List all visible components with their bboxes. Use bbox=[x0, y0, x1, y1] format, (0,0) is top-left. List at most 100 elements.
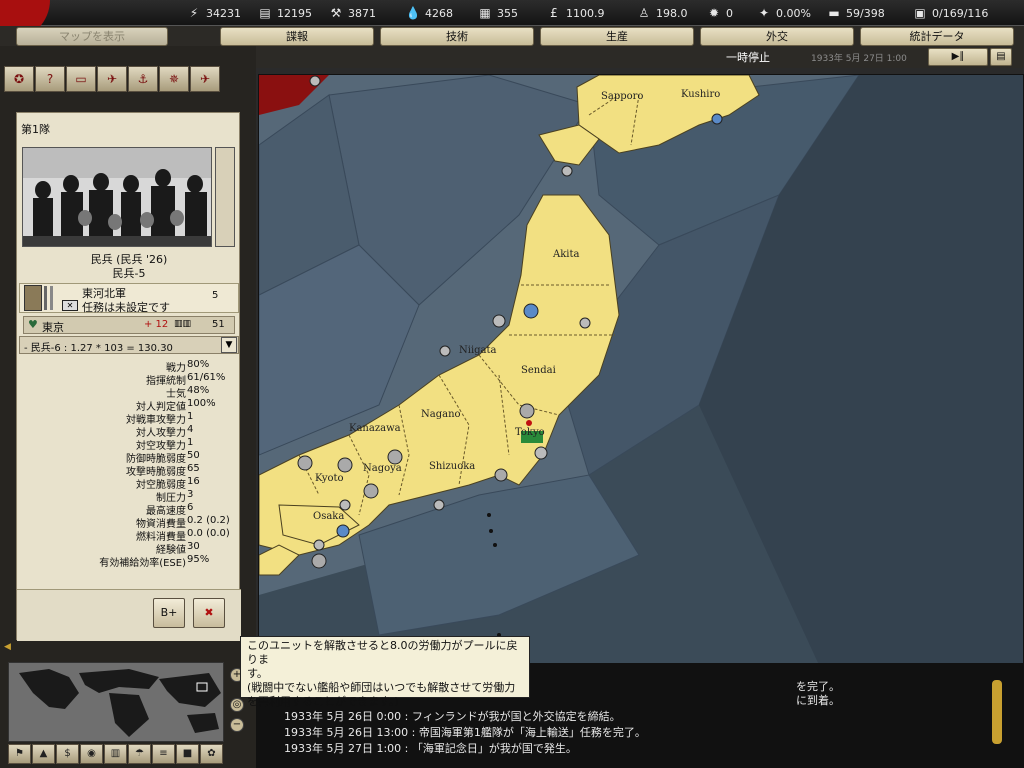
resource-value: 198.0 bbox=[656, 6, 688, 20]
province-label[interactable]: Nagoya bbox=[363, 463, 402, 474]
stat-row: 対戦車攻撃力 1 bbox=[17, 411, 241, 426]
stat-value: 6 bbox=[187, 502, 194, 513]
stat-value: 30 bbox=[187, 541, 200, 552]
province-label[interactable]: Niigata bbox=[459, 345, 497, 356]
resource-energy: ⚡ 34231 bbox=[186, 4, 241, 22]
supply-icon: ▥▥ bbox=[174, 319, 192, 329]
terrain-icon[interactable]: ▲ bbox=[32, 744, 55, 764]
nuke-icon: ✹ bbox=[708, 6, 720, 20]
province-label[interactable]: Akita bbox=[553, 249, 579, 260]
weather-map-icon[interactable]: ☂ bbox=[128, 744, 151, 764]
province-label[interactable]: Osaka bbox=[313, 511, 344, 522]
log-entry: 1933年 5月 26日 0:00 : フィンランドが我が国と外交協定を締結。 bbox=[284, 710, 621, 723]
stat-row: 防御時脆弱度 50 bbox=[17, 450, 241, 465]
resource-value: 59/398 bbox=[846, 6, 885, 20]
supplies-icon: ▦ bbox=[479, 6, 491, 20]
stat-value: 4 bbox=[187, 424, 194, 435]
stat-value: 100% bbox=[187, 398, 216, 409]
stat-value: 0.2 (0.2) bbox=[187, 515, 230, 526]
tab-0[interactable]: マップを表示 bbox=[16, 27, 168, 46]
scroll-map-button[interactable]: ◎ bbox=[230, 698, 244, 712]
energy-icon: ⚡ bbox=[189, 6, 199, 20]
province-icon: ♥ bbox=[28, 318, 38, 331]
factory-map-icon[interactable]: ■ bbox=[176, 744, 199, 764]
unit-photo bbox=[22, 147, 212, 247]
log-entry: に到着。 bbox=[796, 694, 840, 707]
pause-status: 一時停止 bbox=[726, 51, 770, 64]
location-bar[interactable]: ♥ 東京 + 12 ▥▥ 51 bbox=[23, 316, 235, 334]
division-selector[interactable]: - 民兵-6 : 1.27 * 103 = 130.30 ▼ bbox=[19, 336, 239, 354]
hq-icon[interactable]: ✵ bbox=[159, 66, 189, 92]
army-icon[interactable]: ✪ bbox=[4, 66, 34, 92]
game-date: 1933年 5月 27日 1:00 bbox=[811, 54, 907, 64]
stat-row: 対人判定値 100% bbox=[17, 398, 241, 413]
stat-row: 対人攻撃力 4 bbox=[17, 424, 241, 439]
stat-row: 対空攻撃力 1 bbox=[17, 437, 241, 452]
road-map-icon[interactable]: ≡ bbox=[152, 744, 175, 764]
diplomacy-map-icon[interactable]: ✿ bbox=[200, 744, 223, 764]
stat-row: 士気 48% bbox=[17, 385, 241, 400]
anchor-icon[interactable]: ⚓ bbox=[128, 66, 158, 92]
minimap[interactable] bbox=[8, 662, 224, 742]
stat-value: 3 bbox=[187, 489, 194, 500]
tooltip-line: このユニットを解散させると8.0の労働力がプールに戻りま bbox=[247, 639, 518, 666]
supply-map-icon[interactable]: ▥ bbox=[104, 744, 127, 764]
log-entry: 1933年 5月 26日 13:00 : 帝国海軍第1艦隊が「海上輸送」任務を完… bbox=[284, 726, 646, 739]
help-icon[interactable]: ? bbox=[35, 66, 65, 92]
resource-bar: ⚡ 34231 ▤ 12195 ⚒ 3871 💧 4268 ▦ 355 £1100.9 ♙ 198.0 ✹… bbox=[0, 0, 1024, 40]
tab-2[interactable]: 技術 bbox=[380, 27, 534, 46]
flag-icon[interactable]: ⚑ bbox=[8, 744, 31, 764]
province-label[interactable]: Nagano bbox=[421, 409, 461, 420]
mission-status: 任務は未設定です bbox=[82, 301, 170, 314]
metal-icon: ▤ bbox=[259, 6, 271, 20]
province-label[interactable]: Shizuoka bbox=[429, 461, 475, 472]
province-label[interactable]: Sapporo bbox=[601, 91, 643, 102]
money-map-icon[interactable]: $ bbox=[56, 744, 79, 764]
world-map[interactable]: Sapporo Kushiro Akita Sendai Niigata Nagano Ka… bbox=[258, 74, 1024, 664]
resource-supplies: ▦ 355 bbox=[477, 4, 518, 22]
menu-button[interactable]: ▤ bbox=[990, 48, 1012, 66]
province-label[interactable]: Kushiro bbox=[681, 89, 720, 100]
stat-row: 戦力 80% bbox=[17, 359, 241, 374]
resource-value: 12195 bbox=[277, 6, 312, 20]
province-label[interactable]: Sendai bbox=[521, 365, 556, 376]
resource-oil: 💧 4268 bbox=[405, 4, 453, 22]
tank-icon[interactable]: ▭ bbox=[66, 66, 96, 92]
tab-3[interactable]: 生産 bbox=[540, 27, 694, 46]
tooltip-line: (戦闘中でない艦船や師団はいつでも解散させて労働力 bbox=[247, 681, 516, 694]
province-label[interactable]: Kyoto bbox=[315, 473, 344, 484]
stat-value: 50 bbox=[187, 450, 200, 461]
location-name: 東京 bbox=[42, 321, 64, 334]
resource-metal: ▤ 12195 bbox=[257, 4, 312, 22]
corps-info[interactable]: ✕ 東河北軍 5 任務は未設定です bbox=[19, 283, 239, 314]
dissent-icon: ✦ bbox=[758, 6, 770, 20]
play-pause-button[interactable]: ▶∥ bbox=[928, 48, 988, 66]
province-label[interactable]: Tokyo bbox=[515, 427, 545, 438]
aircraft-icon[interactable]: ✈ bbox=[97, 66, 127, 92]
disband-button[interactable]: ✖ bbox=[193, 598, 225, 628]
log-scrollbar[interactable] bbox=[992, 680, 1002, 744]
collapse-arrow-icon[interactable]: ◀ bbox=[4, 642, 11, 652]
zoom-out-button[interactable]: − bbox=[230, 718, 244, 732]
stat-row: 攻撃時脆弱度 65 bbox=[17, 463, 241, 478]
resource-map-icon[interactable]: ◉ bbox=[80, 744, 103, 764]
unit-toolbar: ✪? ▭ ✈ ⚓ ✵ ✈ bbox=[4, 66, 252, 92]
stat-row: 燃料消費量 0.0 (0.0) bbox=[17, 528, 241, 543]
stat-row: 最高速度 6 bbox=[17, 502, 241, 517]
tab-4[interactable]: 外交 bbox=[700, 27, 854, 46]
stat-row: 有効補給効率(ESE) 95% bbox=[17, 554, 241, 569]
plane-icon[interactable]: ✈ bbox=[190, 66, 220, 92]
resource-dissent: ✦ 0.00% bbox=[756, 4, 811, 22]
game-screen: ⚡ 34231 ▤ 12195 ⚒ 3871 💧 4268 ▦ 355 £1100.9 ♙ 198.0 ✹… bbox=[0, 0, 1024, 768]
resource-rare-materials: ⚒ 3871 bbox=[328, 4, 376, 22]
unit-details-panel: 第1隊 民兵 (民兵 '26) 民兵-5 ✕ 東河北軍 5 任務は未設定です ♥… bbox=[16, 112, 241, 641]
chevron-down-icon[interactable]: ▼ bbox=[221, 337, 237, 353]
province-label[interactable]: Kanazawa bbox=[349, 423, 401, 434]
tab-5[interactable]: 統計データ bbox=[860, 27, 1014, 46]
add-brigade-button[interactable]: B+ bbox=[153, 598, 185, 628]
corps-count: 5 bbox=[212, 290, 219, 301]
log-entry: 1933年 5月 27日 1:00 : 「海軍記念日」が我が国で発生。 bbox=[284, 742, 577, 755]
oil-icon: 💧 bbox=[405, 6, 421, 20]
commander-portrait[interactable] bbox=[24, 285, 42, 311]
tab-1[interactable]: 諜報 bbox=[220, 27, 374, 46]
